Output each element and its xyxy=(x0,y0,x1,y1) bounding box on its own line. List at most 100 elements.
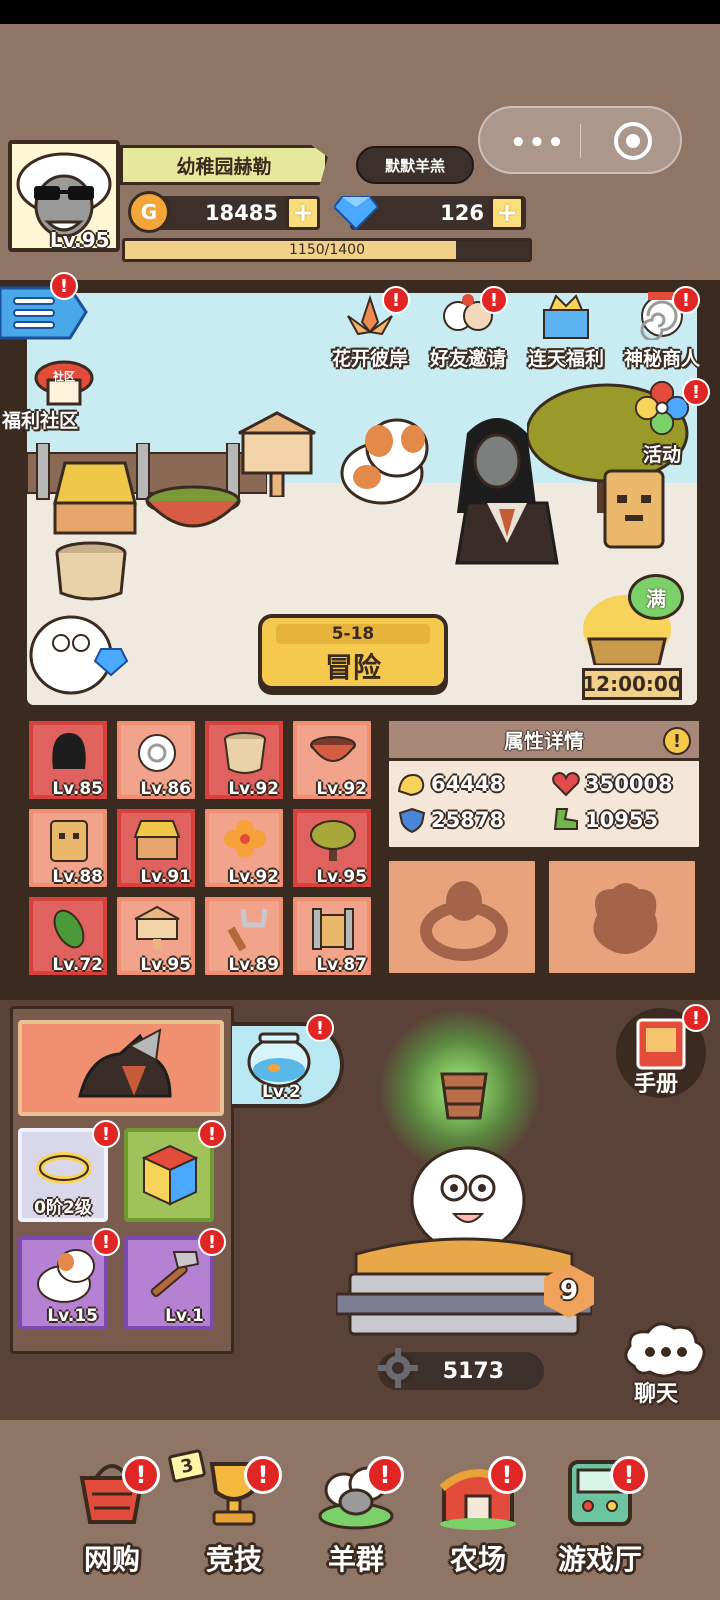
status-bar xyxy=(0,0,720,24)
nav-shop[interactable]: 网购 ! xyxy=(56,1456,168,1596)
nav-label: 竞技 xyxy=(205,1543,262,1576)
info-icon[interactable]: ! xyxy=(663,727,691,755)
more-dots-icon[interactable]: ••• xyxy=(510,128,566,158)
menu-badge: ! xyxy=(50,272,78,300)
add-gems-button[interactable]: + xyxy=(490,196,524,230)
attribute-panel: 属性详情 ! 64448 350008 25878 10955 xyxy=(386,718,702,850)
signboard-icon xyxy=(134,905,180,949)
adventure-stage: 5-18 xyxy=(276,624,430,644)
skill-label: 0阶2级 xyxy=(34,1198,92,1218)
item-slot[interactable]: Lv.87 xyxy=(290,894,374,978)
bowl-icon xyxy=(310,736,356,762)
dog-icon xyxy=(37,1249,95,1303)
item-slot[interactable]: Lv.92 xyxy=(290,718,374,802)
totem-icon[interactable] xyxy=(601,467,667,551)
nav-arcade[interactable]: 游戏厅 ! xyxy=(544,1456,656,1596)
chat-cloud-icon[interactable] xyxy=(620,1318,708,1382)
event-label: 神秘商人 xyxy=(623,348,700,370)
item-level: Lv.89 xyxy=(228,955,279,975)
skill-level: Lv.15 xyxy=(47,1306,98,1326)
full-bubble[interactable]: 满 xyxy=(628,574,684,620)
equip-slot-pet[interactable] xyxy=(546,858,698,976)
hero-character-icon[interactable] xyxy=(437,413,577,583)
adventure-button[interactable]: 5-18 冒险 xyxy=(258,614,448,690)
target-icon[interactable] xyxy=(614,122,652,160)
nav-badge: ! xyxy=(122,1456,160,1494)
nav-badge: ! xyxy=(488,1456,526,1494)
event-badge: ! xyxy=(672,286,700,314)
shell-icon xyxy=(138,734,176,772)
item-level: Lv.88 xyxy=(52,867,103,887)
totem-icon xyxy=(50,820,88,862)
item-slot[interactable]: Lv.86 xyxy=(114,718,198,802)
halo-icon xyxy=(36,1152,92,1184)
community-label[interactable]: 福利社区 xyxy=(2,406,78,433)
xp-bar: 1150/1400 xyxy=(122,238,532,262)
bucket-icon[interactable] xyxy=(436,1066,492,1122)
heart-icon xyxy=(552,771,580,797)
boot-icon xyxy=(553,808,578,830)
item-slot[interactable]: Lv.95 xyxy=(114,894,198,978)
book-icon xyxy=(636,1018,686,1070)
event-badge: ! xyxy=(382,286,410,314)
nav-flock[interactable]: 羊群 ! xyxy=(300,1456,412,1596)
handbook-label: 手册 xyxy=(634,1072,679,1097)
event-label: 好友邀请 xyxy=(429,348,506,370)
activity-label: 活动 xyxy=(642,444,681,466)
item-level: Lv.95 xyxy=(140,955,191,975)
event-label: 花开彼岸 xyxy=(331,348,408,370)
strength-icon xyxy=(397,773,425,797)
item-slot[interactable]: Lv.85 xyxy=(26,718,110,802)
well-icon[interactable] xyxy=(45,443,145,603)
community-sign: 社区 xyxy=(52,369,75,383)
community-icon[interactable]: 社区 xyxy=(34,360,94,408)
adventure-label: 冒险 xyxy=(324,651,381,684)
fishbowl-badge: ! xyxy=(306,1014,334,1042)
item-slot[interactable]: Lv.92 xyxy=(202,718,286,802)
defense-value: 25878 xyxy=(431,808,505,832)
signboard-icon[interactable] xyxy=(237,411,317,497)
dog-icon[interactable] xyxy=(327,413,437,513)
hammer-icon xyxy=(150,1251,200,1297)
pickle-bowl-icon[interactable] xyxy=(143,481,243,541)
item-slot[interactable]: Lv.92 xyxy=(202,806,286,890)
pet-silhouette-icon xyxy=(593,883,658,954)
nav-badge: ! xyxy=(366,1456,404,1494)
player-level: Lv.95 xyxy=(50,228,110,252)
ring-silhouette-icon xyxy=(420,881,508,961)
sheep-pet-icon[interactable] xyxy=(24,603,131,703)
event-daily-bonus[interactable]: 连天福利 xyxy=(520,292,612,371)
nav-badge: ! xyxy=(244,1456,282,1494)
well-icon xyxy=(133,820,181,860)
item-level: Lv.95 xyxy=(316,867,367,887)
item-level: Lv.92 xyxy=(316,779,367,799)
item-level: Lv.85 xyxy=(52,779,103,799)
item-slot[interactable]: Lv.72 xyxy=(26,894,110,978)
nav-label: 游戏厅 xyxy=(557,1543,642,1576)
item-slot[interactable]: Lv.95 xyxy=(290,806,374,890)
fork-icon xyxy=(227,908,268,951)
skill-badge: ! xyxy=(92,1228,120,1256)
flower-icon xyxy=(224,820,266,858)
menu-icon[interactable] xyxy=(0,282,94,348)
hero-card[interactable] xyxy=(18,1020,224,1116)
event-label: 连天福利 xyxy=(527,348,604,370)
miniprogram-capsule: ••• xyxy=(478,106,682,174)
tree-icon xyxy=(310,820,356,861)
speed-stat: 10955 xyxy=(551,807,658,833)
add-gold-button[interactable]: + xyxy=(286,196,320,230)
item-slot[interactable]: Lv.91 xyxy=(114,806,198,890)
item-slot[interactable]: Lv.89 xyxy=(202,894,286,978)
item-slot[interactable]: Lv.88 xyxy=(26,806,110,890)
guild-button[interactable]: 默默羊羔 xyxy=(356,146,474,184)
handbook-badge: ! xyxy=(682,1004,710,1032)
gear-icon[interactable] xyxy=(376,1346,420,1390)
equip-slot-ring[interactable] xyxy=(386,858,538,976)
hair-icon xyxy=(52,733,86,769)
player-name[interactable]: 幼稚园赫勒 xyxy=(120,145,328,185)
skill-badge: ! xyxy=(198,1228,226,1256)
item-level: Lv.92 xyxy=(228,779,279,799)
fishbowl-icon xyxy=(247,1032,311,1088)
event-badge: ! xyxy=(480,286,508,314)
nav-farm[interactable]: 农场 ! xyxy=(422,1456,534,1596)
